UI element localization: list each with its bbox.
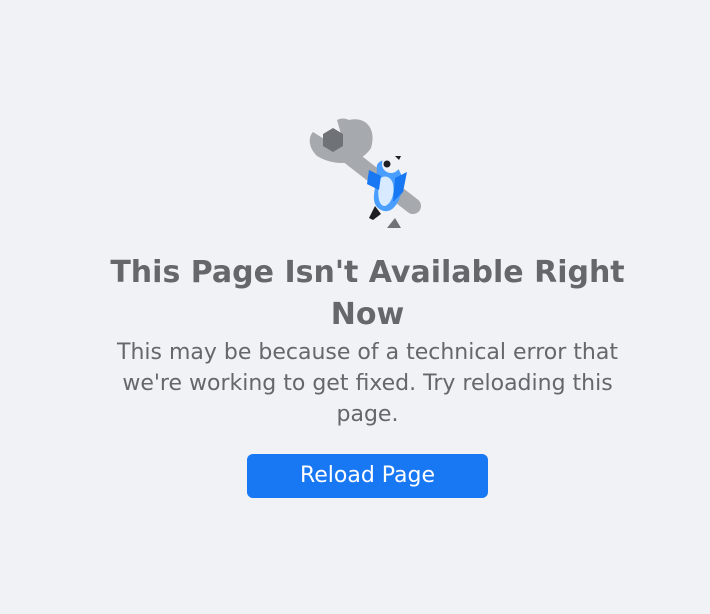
error-page: This Page Isn't Available Right Now This… xyxy=(0,0,710,614)
error-message: This may be because of a technical error… xyxy=(117,340,618,427)
error-title: This Page Isn't Available Right Now xyxy=(110,255,625,332)
wrench-bird-icon xyxy=(303,114,433,234)
reload-page-button[interactable]: Reload Page xyxy=(247,454,488,498)
